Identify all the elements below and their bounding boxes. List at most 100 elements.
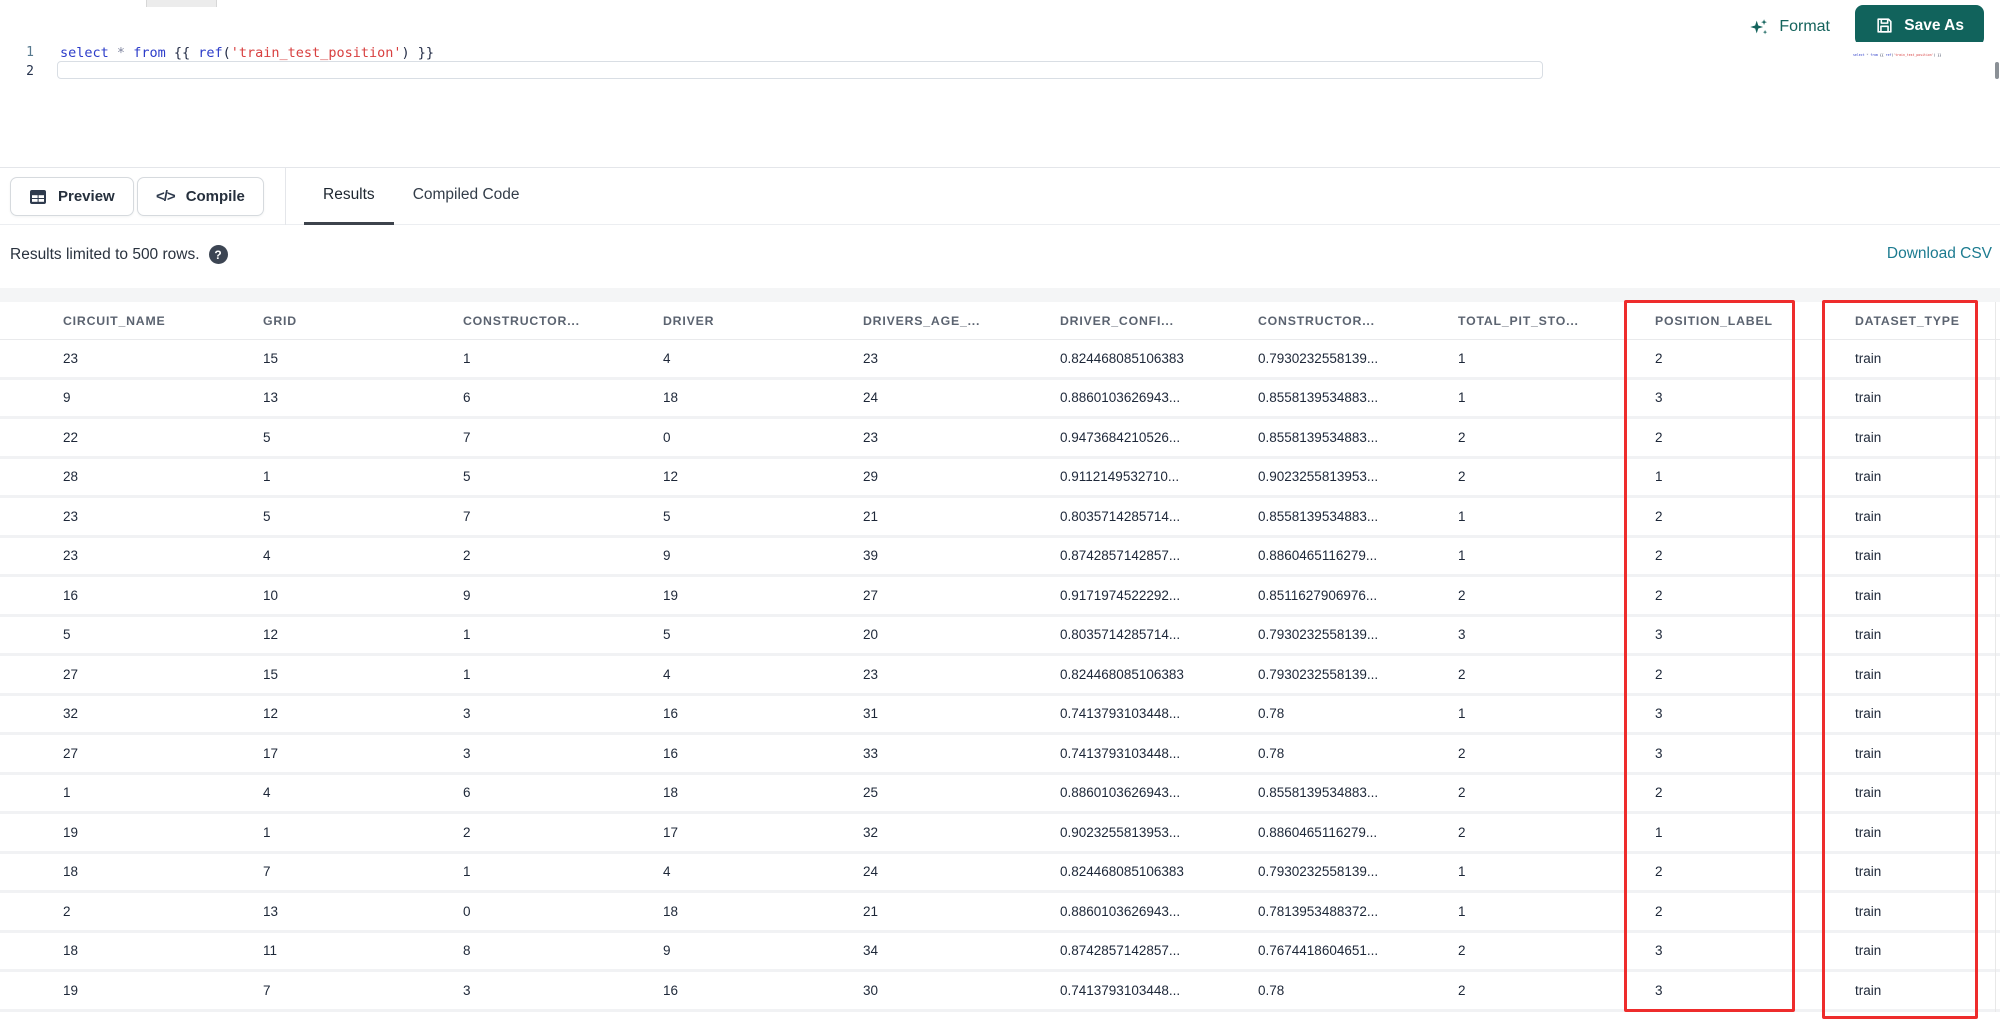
editor-scrollbar-thumb[interactable] xyxy=(1995,62,1999,79)
table-cell: 17 xyxy=(663,824,679,840)
table-cell: 2 xyxy=(1655,587,1663,603)
code-token: }} xyxy=(1935,53,1942,57)
table-cell: 1 xyxy=(263,824,271,840)
table-cell: 3 xyxy=(1655,390,1663,406)
table-cell: 0.78 xyxy=(1258,745,1285,761)
preview-button[interactable]: Preview xyxy=(10,177,134,216)
table-cell: 19 xyxy=(63,824,79,840)
table-row: 18 11 8 9 34 0.8742857142857... 0.767441860465… xyxy=(0,932,2000,972)
table-cell: train xyxy=(1855,745,1882,761)
table-cell: train xyxy=(1855,706,1882,722)
tab-compiled-code[interactable]: Compiled Code xyxy=(394,168,539,225)
format-button[interactable]: Format xyxy=(1748,11,1830,43)
code-brackets-icon: </> xyxy=(156,188,176,205)
table-cell: 23 xyxy=(63,548,79,564)
table-cell: 27 xyxy=(863,587,879,603)
code-token: from xyxy=(1870,53,1878,57)
table-right-border xyxy=(1995,302,1996,1012)
table-cell: 12 xyxy=(663,469,679,485)
table-cell: 2 xyxy=(1655,548,1663,564)
table-cell: 23 xyxy=(863,350,879,366)
tab-results[interactable]: Results xyxy=(304,168,394,225)
table-row: 22 5 7 0 23 0.9473684210526... 0.8558139534883… xyxy=(0,419,2000,459)
table-cell: 0.78 xyxy=(1258,706,1285,722)
table-cell: 1 xyxy=(1458,508,1466,524)
table-cell: 0.8511627906976... xyxy=(1258,587,1378,603)
help-icon[interactable]: ? xyxy=(208,245,228,264)
table-grid-icon xyxy=(29,188,47,206)
table-cell: 0.7930232558139... xyxy=(1258,350,1379,366)
column-header: DRIVER_CONFI... xyxy=(1060,313,1174,328)
table-cell: 4 xyxy=(263,785,271,801)
table-cell: 2 xyxy=(1655,864,1663,880)
table-cell: 1 xyxy=(1458,350,1466,366)
table-cell: train xyxy=(1855,390,1882,406)
table-cell: 39 xyxy=(863,548,879,564)
table-cell: 0.9473684210526... xyxy=(1060,429,1181,445)
table-cell: 21 xyxy=(863,903,879,919)
table-cell: 0.7413793103448... xyxy=(1060,982,1181,998)
table-cell: 0.9112149532710... xyxy=(1060,469,1180,485)
code-token: 'train_test_position' xyxy=(1893,53,1934,57)
table-cell: 4 xyxy=(263,548,271,564)
table-cell: 28 xyxy=(63,469,79,485)
table-cell: 20 xyxy=(863,627,879,643)
table-cell: train xyxy=(1855,469,1882,485)
table-cell: 27 xyxy=(63,745,79,761)
table-cell: train xyxy=(1855,864,1882,880)
table-cell: 23 xyxy=(863,666,879,682)
table-cell: 2 xyxy=(1655,785,1663,801)
line-number-2: 2 xyxy=(26,64,34,79)
table-cell: 25 xyxy=(863,785,879,801)
save-as-button[interactable]: Save As xyxy=(1855,5,1984,46)
table-cell: train xyxy=(1855,587,1882,603)
table-cell: 1 xyxy=(1458,706,1466,722)
table-cell: 33 xyxy=(863,745,879,761)
table-cell: 2 xyxy=(1458,469,1466,485)
table-row: 5 12 1 5 20 0.8035714285714... 0.7930232558139… xyxy=(0,616,2000,656)
table-cell: 0.9171974522292... xyxy=(1060,587,1181,603)
table-cell: 2 xyxy=(1655,666,1663,682)
compile-label: Compile xyxy=(185,188,245,205)
table-cell: 0.7813953488372... xyxy=(1258,903,1379,919)
code-token: 'train_test_position' xyxy=(230,44,402,61)
compile-button[interactable]: </> Compile xyxy=(137,177,264,216)
table-cell: 3 xyxy=(463,982,471,998)
table-cell: 11 xyxy=(263,943,278,959)
table-cell: 1 xyxy=(463,350,471,366)
code-editor[interactable]: 1 select * from {{ ref('train_test_posit… xyxy=(0,42,2000,167)
table-cell: 2 xyxy=(1458,429,1466,445)
table-cell: 0.824468085106383 xyxy=(1060,350,1184,366)
table-cell: 3 xyxy=(1655,745,1663,761)
action-bar: Preview </> Compile Results Compiled Code xyxy=(0,168,2000,225)
results-info-text: Results limited to 500 rows. xyxy=(10,245,200,263)
table-cell: 23 xyxy=(63,350,79,366)
table-row: 27 15 1 4 23 0.824468085106383 0.7930232558139… xyxy=(0,656,2000,696)
table-cell: 0.8035714285714... xyxy=(1060,627,1181,643)
table-cell: 21 xyxy=(863,508,879,524)
download-csv-link[interactable]: Download CSV xyxy=(1887,245,1992,263)
table-row: 23 15 1 4 23 0.824468085106383 0.7930232558139… xyxy=(0,340,2000,380)
table-cell: 0.8558139534883... xyxy=(1258,508,1379,524)
table-cell: 16 xyxy=(663,982,679,998)
code-token: }} xyxy=(409,44,434,61)
column-header: DRIVERS_AGE_... xyxy=(863,313,981,328)
table-cell: 4 xyxy=(663,666,671,682)
table-cell: train xyxy=(1855,508,1882,524)
table-cell: 5 xyxy=(663,627,671,643)
column-header: POSITION_LABEL xyxy=(1655,313,1773,328)
table-cell: 3 xyxy=(463,706,471,722)
table-cell: 3 xyxy=(1655,943,1663,959)
table-cell: 5 xyxy=(263,508,271,524)
code-token: {{ xyxy=(173,44,199,61)
results-bar: Results limited to 500 rows. ? Download … xyxy=(0,226,2000,288)
table-cell: train xyxy=(1855,982,1882,998)
table-row: 19 7 3 16 30 0.7413793103448... 0.78 2 3 train xyxy=(0,972,2000,1012)
column-header: CIRCUIT_NAME xyxy=(63,313,166,328)
table-cell: 29 xyxy=(863,469,879,485)
table-cell: 10 xyxy=(263,587,279,603)
table-row: 18 7 1 4 24 0.824468085106383 0.7930232558139.… xyxy=(0,853,2000,893)
preview-label: Preview xyxy=(58,188,115,205)
table-cell: 1 xyxy=(263,469,271,485)
